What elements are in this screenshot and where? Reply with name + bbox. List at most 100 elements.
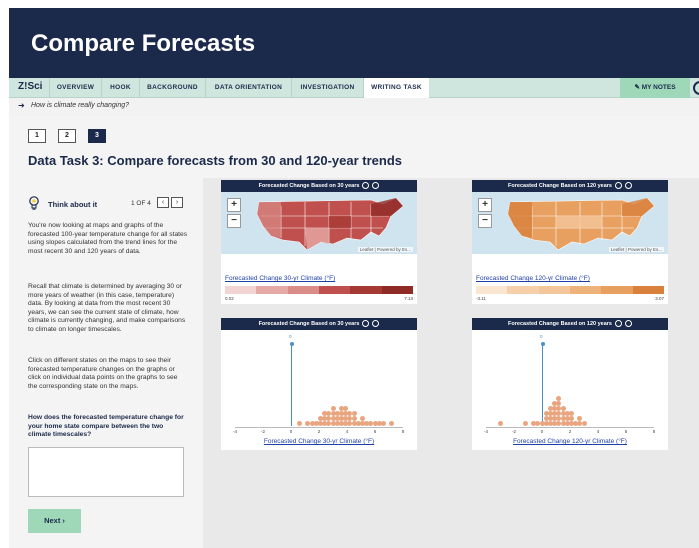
- zoom-out-button[interactable]: −: [478, 214, 492, 228]
- zoom-in-button[interactable]: +: [227, 198, 241, 212]
- data-point[interactable]: [330, 406, 336, 411]
- zero-reference-line: [291, 344, 292, 426]
- lightbulb-icon: [29, 196, 39, 210]
- data-point[interactable]: [343, 406, 349, 411]
- data-point[interactable]: [522, 421, 528, 426]
- info-icon[interactable]: [362, 320, 370, 328]
- x-tick-label: 0: [540, 429, 544, 434]
- data-point[interactable]: [577, 416, 583, 421]
- data-point[interactable]: [581, 421, 587, 426]
- dot-plot-30[interactable]: Forecasted Change 30-yr Climate (°F) -4 -…: [221, 330, 417, 450]
- tab-writing-task[interactable]: WRITING TASK: [363, 78, 429, 98]
- map-30[interactable]: + − Leaflet | Powered by Es...: [221, 192, 417, 254]
- map-30-header: Forecasted Change Based on 30 years: [221, 180, 417, 192]
- zero-marker[interactable]: [289, 342, 294, 346]
- zero-marker[interactable]: [540, 342, 545, 346]
- x-tick-label: -2: [260, 429, 265, 434]
- expand-icon[interactable]: [624, 320, 632, 328]
- map-30-panel: Forecasted Change Based on 30 years + − …: [221, 180, 417, 304]
- data-point[interactable]: [351, 411, 357, 416]
- tab-overview[interactable]: OVERVIEW: [49, 78, 101, 98]
- step-2-button[interactable]: 2: [58, 129, 76, 143]
- instruction-paragraph-1: You're now looking at maps and graphs of…: [28, 222, 188, 255]
- x-tick-label: -4: [483, 429, 488, 434]
- data-point[interactable]: [389, 421, 395, 426]
- data-point[interactable]: [296, 421, 302, 426]
- data-point[interactable]: [560, 406, 566, 411]
- map-120-legend-title[interactable]: Forecasted Change 120-yr Climate (°F): [476, 275, 590, 282]
- pager-text: 1 OF 4: [131, 200, 151, 207]
- next-page-button[interactable]: ›: [171, 197, 183, 208]
- chart-30-title: Forecasted Change Based on 30 years: [258, 321, 360, 327]
- x-tick-label: 4: [345, 429, 349, 434]
- app-root: { "banner": { "title": "Compare Forecast…: [0, 0, 699, 548]
- chart-30-header: Forecasted Change Based on 30 years: [221, 318, 417, 330]
- legend-max: 3.07: [655, 296, 664, 301]
- legend-max: 7.13: [404, 296, 413, 301]
- user-icon[interactable]: [693, 81, 699, 95]
- expand-icon[interactable]: [372, 182, 380, 190]
- zero-label: 0: [540, 334, 543, 339]
- legend-min: 0.02: [225, 296, 234, 301]
- zoom-out-button[interactable]: −: [227, 214, 241, 228]
- step-1-button[interactable]: 1: [28, 129, 46, 143]
- answer-textarea[interactable]: [28, 447, 184, 497]
- my-notes-button[interactable]: ✎ MY NOTES: [620, 78, 690, 98]
- step-3-button[interactable]: 3: [88, 129, 106, 143]
- data-point[interactable]: [351, 416, 357, 421]
- x-tick-label: 0: [289, 429, 293, 434]
- chart-120-axis-label[interactable]: Forecasted Change 120-yr Climate (°F): [472, 438, 668, 445]
- expand-icon[interactable]: [372, 320, 380, 328]
- expand-icon[interactable]: [624, 182, 632, 190]
- data-point[interactable]: [556, 396, 562, 401]
- prev-page-button[interactable]: ‹: [157, 197, 169, 208]
- zero-reference-line: [542, 344, 543, 426]
- info-icon[interactable]: [614, 182, 622, 190]
- page-title: Data Task 3: Compare forecasts from 30 a…: [28, 153, 403, 168]
- data-point[interactable]: [497, 421, 503, 426]
- map-attribution: Leaflet | Powered by Es...: [608, 247, 664, 252]
- info-icon[interactable]: [614, 320, 622, 328]
- next-button[interactable]: Next ›: [28, 509, 81, 533]
- data-point[interactable]: [359, 416, 365, 421]
- x-tick-label: 8: [652, 429, 656, 434]
- x-tick-label: 2: [317, 429, 321, 434]
- tab-hook[interactable]: HOOK: [101, 78, 139, 98]
- arrow-right-icon: ➜: [18, 101, 25, 110]
- x-tick-label: -2: [511, 429, 516, 434]
- x-tick-label: 2: [568, 429, 572, 434]
- dot-plot-120[interactable]: Forecasted Change 120-yr Climate (°F) -4…: [472, 330, 668, 450]
- data-point[interactable]: [568, 416, 574, 421]
- chart-30-axis-label[interactable]: Forecasted Change 30-yr Climate (°F): [221, 438, 417, 445]
- info-icon[interactable]: [362, 182, 370, 190]
- data-point[interactable]: [556, 401, 562, 406]
- zoom-in-button[interactable]: +: [478, 198, 492, 212]
- map-120[interactable]: + − Leaflet | Powered by Es...: [472, 192, 668, 254]
- breadcrumb-text[interactable]: How is climate really changing?: [31, 102, 129, 109]
- map-120-panel: Forecasted Change Based on 120 years + −…: [472, 180, 668, 304]
- map-120-header: Forecasted Change Based on 120 years: [472, 180, 668, 192]
- tab-background[interactable]: BACKGROUND: [139, 78, 205, 98]
- tab-data-orientation[interactable]: DATA ORIENTATION: [205, 78, 291, 98]
- instruction-paragraph-3: Click on different states on the maps to…: [28, 357, 178, 390]
- map-30-legend-title[interactable]: Forecasted Change 30-yr Climate (°F): [225, 275, 335, 282]
- x-tick-label: 6: [373, 429, 377, 434]
- zero-label: 0: [289, 334, 292, 339]
- us-map-30[interactable]: [221, 192, 417, 254]
- chart-120-header: Forecasted Change Based on 120 years: [472, 318, 668, 330]
- top-nav: Z!Sci OVERVIEW HOOK BACKGROUND DATA ORIE…: [9, 78, 699, 98]
- legend-min: -3.11: [476, 296, 486, 301]
- banner: Compare Forecasts: [9, 8, 699, 78]
- x-axis: [486, 427, 654, 428]
- breadcrumb: ➜ How is climate really changing?: [9, 98, 699, 116]
- tab-investigation[interactable]: INVESTIGATION: [291, 78, 363, 98]
- us-map-120[interactable]: [472, 192, 668, 254]
- data-point[interactable]: [380, 421, 386, 426]
- x-tick-label: 4: [596, 429, 600, 434]
- chart-120-title: Forecasted Change Based on 120 years: [508, 321, 612, 327]
- data-point[interactable]: [568, 411, 574, 416]
- x-tick-label: 8: [401, 429, 405, 434]
- x-tick-label: 6: [624, 429, 628, 434]
- map-attribution: Leaflet | Powered by Es...: [357, 247, 413, 252]
- banner-title: Compare Forecasts: [31, 30, 256, 57]
